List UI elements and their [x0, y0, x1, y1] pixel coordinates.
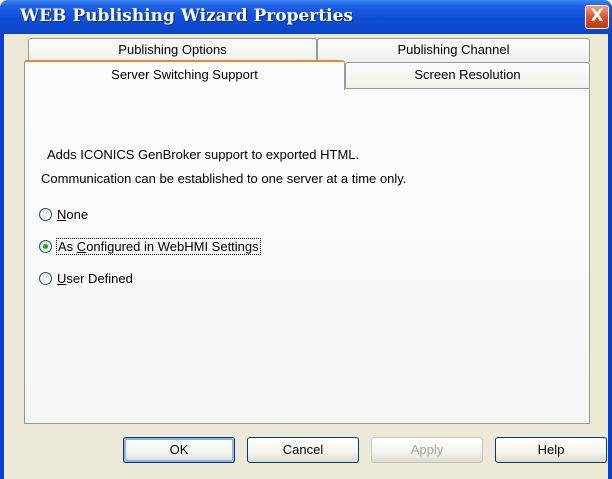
- tab-label: Publishing Channel: [397, 42, 510, 57]
- tab-server-switching-support[interactable]: Server Switching Support: [24, 60, 345, 90]
- radio-label: User Defined: [57, 270, 133, 286]
- tab-label: Screen Resolution: [414, 67, 521, 82]
- help-button[interactable]: Help: [495, 437, 607, 463]
- tab-publishing-options[interactable]: Publishing Options: [28, 38, 317, 62]
- description-line-2: Communication can be established to one …: [41, 171, 407, 186]
- tab-panel: Adds ICONICS GenBroker support to export…: [24, 88, 590, 424]
- tab-label: Publishing Options: [118, 42, 227, 57]
- dialog-window: WEB Publishing Wizard Properties X Publi…: [0, 0, 612, 479]
- apply-button[interactable]: Apply: [371, 437, 483, 463]
- radio-button-selected[interactable]: [39, 239, 52, 253]
- radio-option-none[interactable]: None: [39, 204, 88, 224]
- ok-button[interactable]: OK: [123, 437, 235, 463]
- window-title: WEB Publishing Wizard Properties: [20, 6, 353, 26]
- tab-screen-resolution[interactable]: Screen Resolution: [345, 62, 590, 88]
- radio-option-as-configured[interactable]: As Configured in WebHMI Settings: [39, 236, 261, 256]
- title-bar[interactable]: WEB Publishing Wizard Properties X: [0, 0, 612, 34]
- description-line-1: Adds ICONICS GenBroker support to export…: [47, 147, 360, 162]
- radio-label: As Configured in WebHMI Settings: [56, 237, 261, 255]
- radio-button[interactable]: [39, 207, 52, 221]
- radio-label: None: [57, 206, 89, 222]
- close-button[interactable]: X: [585, 5, 609, 29]
- radio-button[interactable]: [39, 271, 52, 285]
- tab-label: Server Switching Support: [111, 67, 258, 82]
- radio-option-user-defined[interactable]: User Defined: [39, 268, 133, 288]
- tab-publishing-channel[interactable]: Publishing Channel: [317, 38, 590, 62]
- cancel-button[interactable]: Cancel: [247, 437, 359, 463]
